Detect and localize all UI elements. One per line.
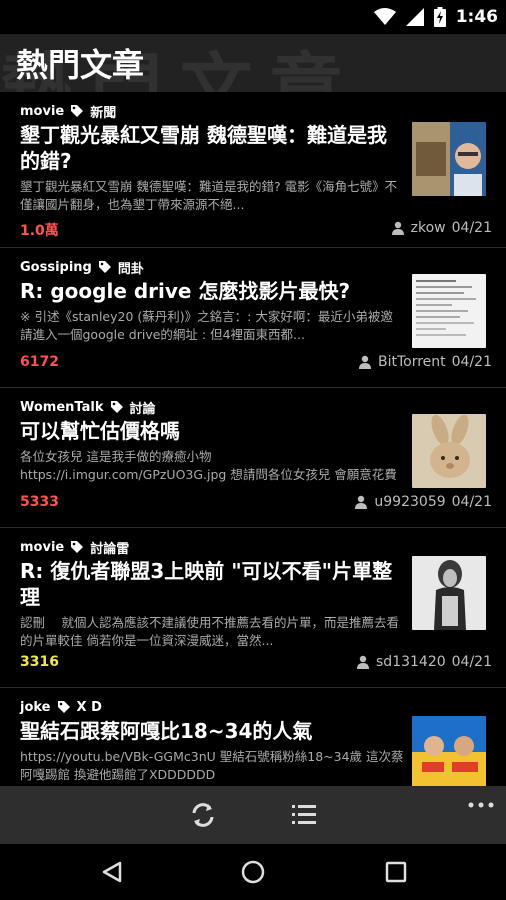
post-category: 問卦 xyxy=(117,261,144,277)
author-name: BitTorrent xyxy=(377,354,446,370)
tag-icon xyxy=(110,401,123,413)
post-item[interactable]: movie 新聞 墾丁觀光暴紅又雪崩 魏德聖嘆：難道是我的錯? 墾丁觀光暴紅又雪… xyxy=(0,92,506,248)
post-thumbnail xyxy=(412,274,486,348)
tag-icon xyxy=(71,105,84,117)
post-title: 可以幫忙估價格嗎 xyxy=(20,419,180,443)
bottom-toolbar xyxy=(0,786,506,844)
wifi-icon xyxy=(373,8,396,25)
board-name: Gossiping xyxy=(20,259,92,275)
post-author: BitTorrent 04/21 xyxy=(358,354,492,370)
post-meta: Gossiping 問卦 xyxy=(20,258,144,277)
board-name: WomenTalk xyxy=(20,399,104,415)
tag-icon xyxy=(57,701,70,713)
post-thumbnail xyxy=(412,414,486,488)
recents-icon xyxy=(385,861,407,883)
status-icons: 1:46 xyxy=(373,6,498,28)
home-icon xyxy=(241,860,265,884)
back-icon xyxy=(102,861,122,883)
battery-icon xyxy=(433,7,446,27)
post-date: 04/21 xyxy=(451,494,492,510)
post-meta: joke X D xyxy=(20,698,102,716)
list-view-button[interactable] xyxy=(287,798,321,832)
board-name: joke xyxy=(20,699,51,715)
home-button[interactable] xyxy=(237,856,269,888)
post-excerpt: ※ 引述《stanley20 (蘇丹利)》之銘言：: 大家好啊：最近小弟被邀請進… xyxy=(20,309,393,342)
post-author: sd131420 04/21 xyxy=(356,654,492,670)
board-name: movie xyxy=(20,539,65,555)
post-excerpt: 各位女孩兒 這是我手做的療癒小物 https://i.imgur.com/GPz… xyxy=(20,449,397,482)
status-bar: 1:46 xyxy=(0,0,506,34)
post-item[interactable]: WomenTalk 討論 可以幫忙估價格嗎 各位女孩兒 這是我手做的療癒小物 h… xyxy=(0,388,506,528)
author-name: sd131420 xyxy=(376,654,446,670)
post-title: 墾丁觀光暴紅又雪崩 魏德聖嘆：難道是我的錯? xyxy=(20,123,387,173)
post-item[interactable]: Gossiping 問卦 R: google drive 怎麼找影片最快? ※ … xyxy=(0,248,506,388)
post-meta: movie 討論雷 xyxy=(20,538,130,557)
post-category: 討論雷 xyxy=(90,541,130,557)
push-count: 1.0萬 xyxy=(20,223,59,239)
post-date: 04/21 xyxy=(451,354,492,370)
post-title: 聖結石跟蔡阿嘎比18~34的人氣 xyxy=(20,719,313,743)
clock: 1:46 xyxy=(455,7,498,27)
author-name: u9923059 xyxy=(374,494,446,510)
recents-button[interactable] xyxy=(380,856,412,888)
post-item[interactable]: joke X D 聖結石跟蔡阿嘎比18~34的人氣 https://youtu.… xyxy=(0,688,506,786)
author-name: zkow xyxy=(410,220,446,236)
post-feed[interactable]: movie 新聞 墾丁觀光暴紅又雪崩 魏德聖嘆：難道是我的錯? 墾丁觀光暴紅又雪… xyxy=(0,92,506,786)
post-thumbnail xyxy=(412,556,486,630)
post-category: X D xyxy=(76,699,102,715)
tag-icon xyxy=(98,261,111,273)
post-meta: movie 新聞 xyxy=(20,102,117,121)
user-icon xyxy=(391,221,404,235)
push-count: 3316 xyxy=(20,654,59,670)
board-name: movie xyxy=(20,103,65,119)
user-icon xyxy=(358,355,371,369)
post-category: 新聞 xyxy=(90,105,117,121)
refresh-button[interactable] xyxy=(186,798,220,832)
page-title: 熱門文章 xyxy=(16,46,145,84)
post-author: u9923059 04/21 xyxy=(354,494,492,510)
user-icon xyxy=(357,655,370,669)
post-excerpt: https://youtu.be/VBk-GGMc3nU 聖結石號稱粉絲18~3… xyxy=(20,749,404,782)
more-options-button[interactable] xyxy=(464,788,498,822)
post-excerpt: 墾丁觀光暴紅又雪崩 魏德聖嘆：難道是我的錯? 電影《海角七號》不僅讓國片翻身，也… xyxy=(20,179,398,212)
list-icon xyxy=(292,805,316,824)
post-category: 討論 xyxy=(129,401,156,417)
signal-icon xyxy=(405,8,424,26)
post-date: 04/21 xyxy=(451,654,492,670)
system-nav-bar xyxy=(0,844,506,900)
post-title: R: 復仇者聯盟3上映前 "可以不看"片單整理 xyxy=(20,559,393,609)
post-meta: WomenTalk 討論 xyxy=(20,398,156,417)
more-icon xyxy=(468,802,494,808)
app-bar: 熱門文章 熱門文章 xyxy=(0,34,506,92)
post-excerpt: 認刪 就個人認為應該不建議使用不推薦去看的片單，而是推薦去看的片單較佳 倘若你是… xyxy=(20,615,399,648)
post-thumbnail xyxy=(412,122,486,196)
push-count: 6172 xyxy=(20,354,59,370)
back-button[interactable] xyxy=(96,856,128,888)
post-date: 04/21 xyxy=(451,220,492,236)
user-icon xyxy=(355,495,368,509)
refresh-icon xyxy=(192,803,214,827)
push-count: 5333 xyxy=(20,494,59,510)
post-title: R: google drive 怎麼找影片最快? xyxy=(20,279,351,303)
post-author: zkow 04/21 xyxy=(391,220,492,236)
post-thumbnail xyxy=(412,716,486,786)
tag-icon xyxy=(71,541,84,553)
post-item[interactable]: movie 討論雷 R: 復仇者聯盟3上映前 "可以不看"片單整理 認刪 就個人… xyxy=(0,528,506,688)
